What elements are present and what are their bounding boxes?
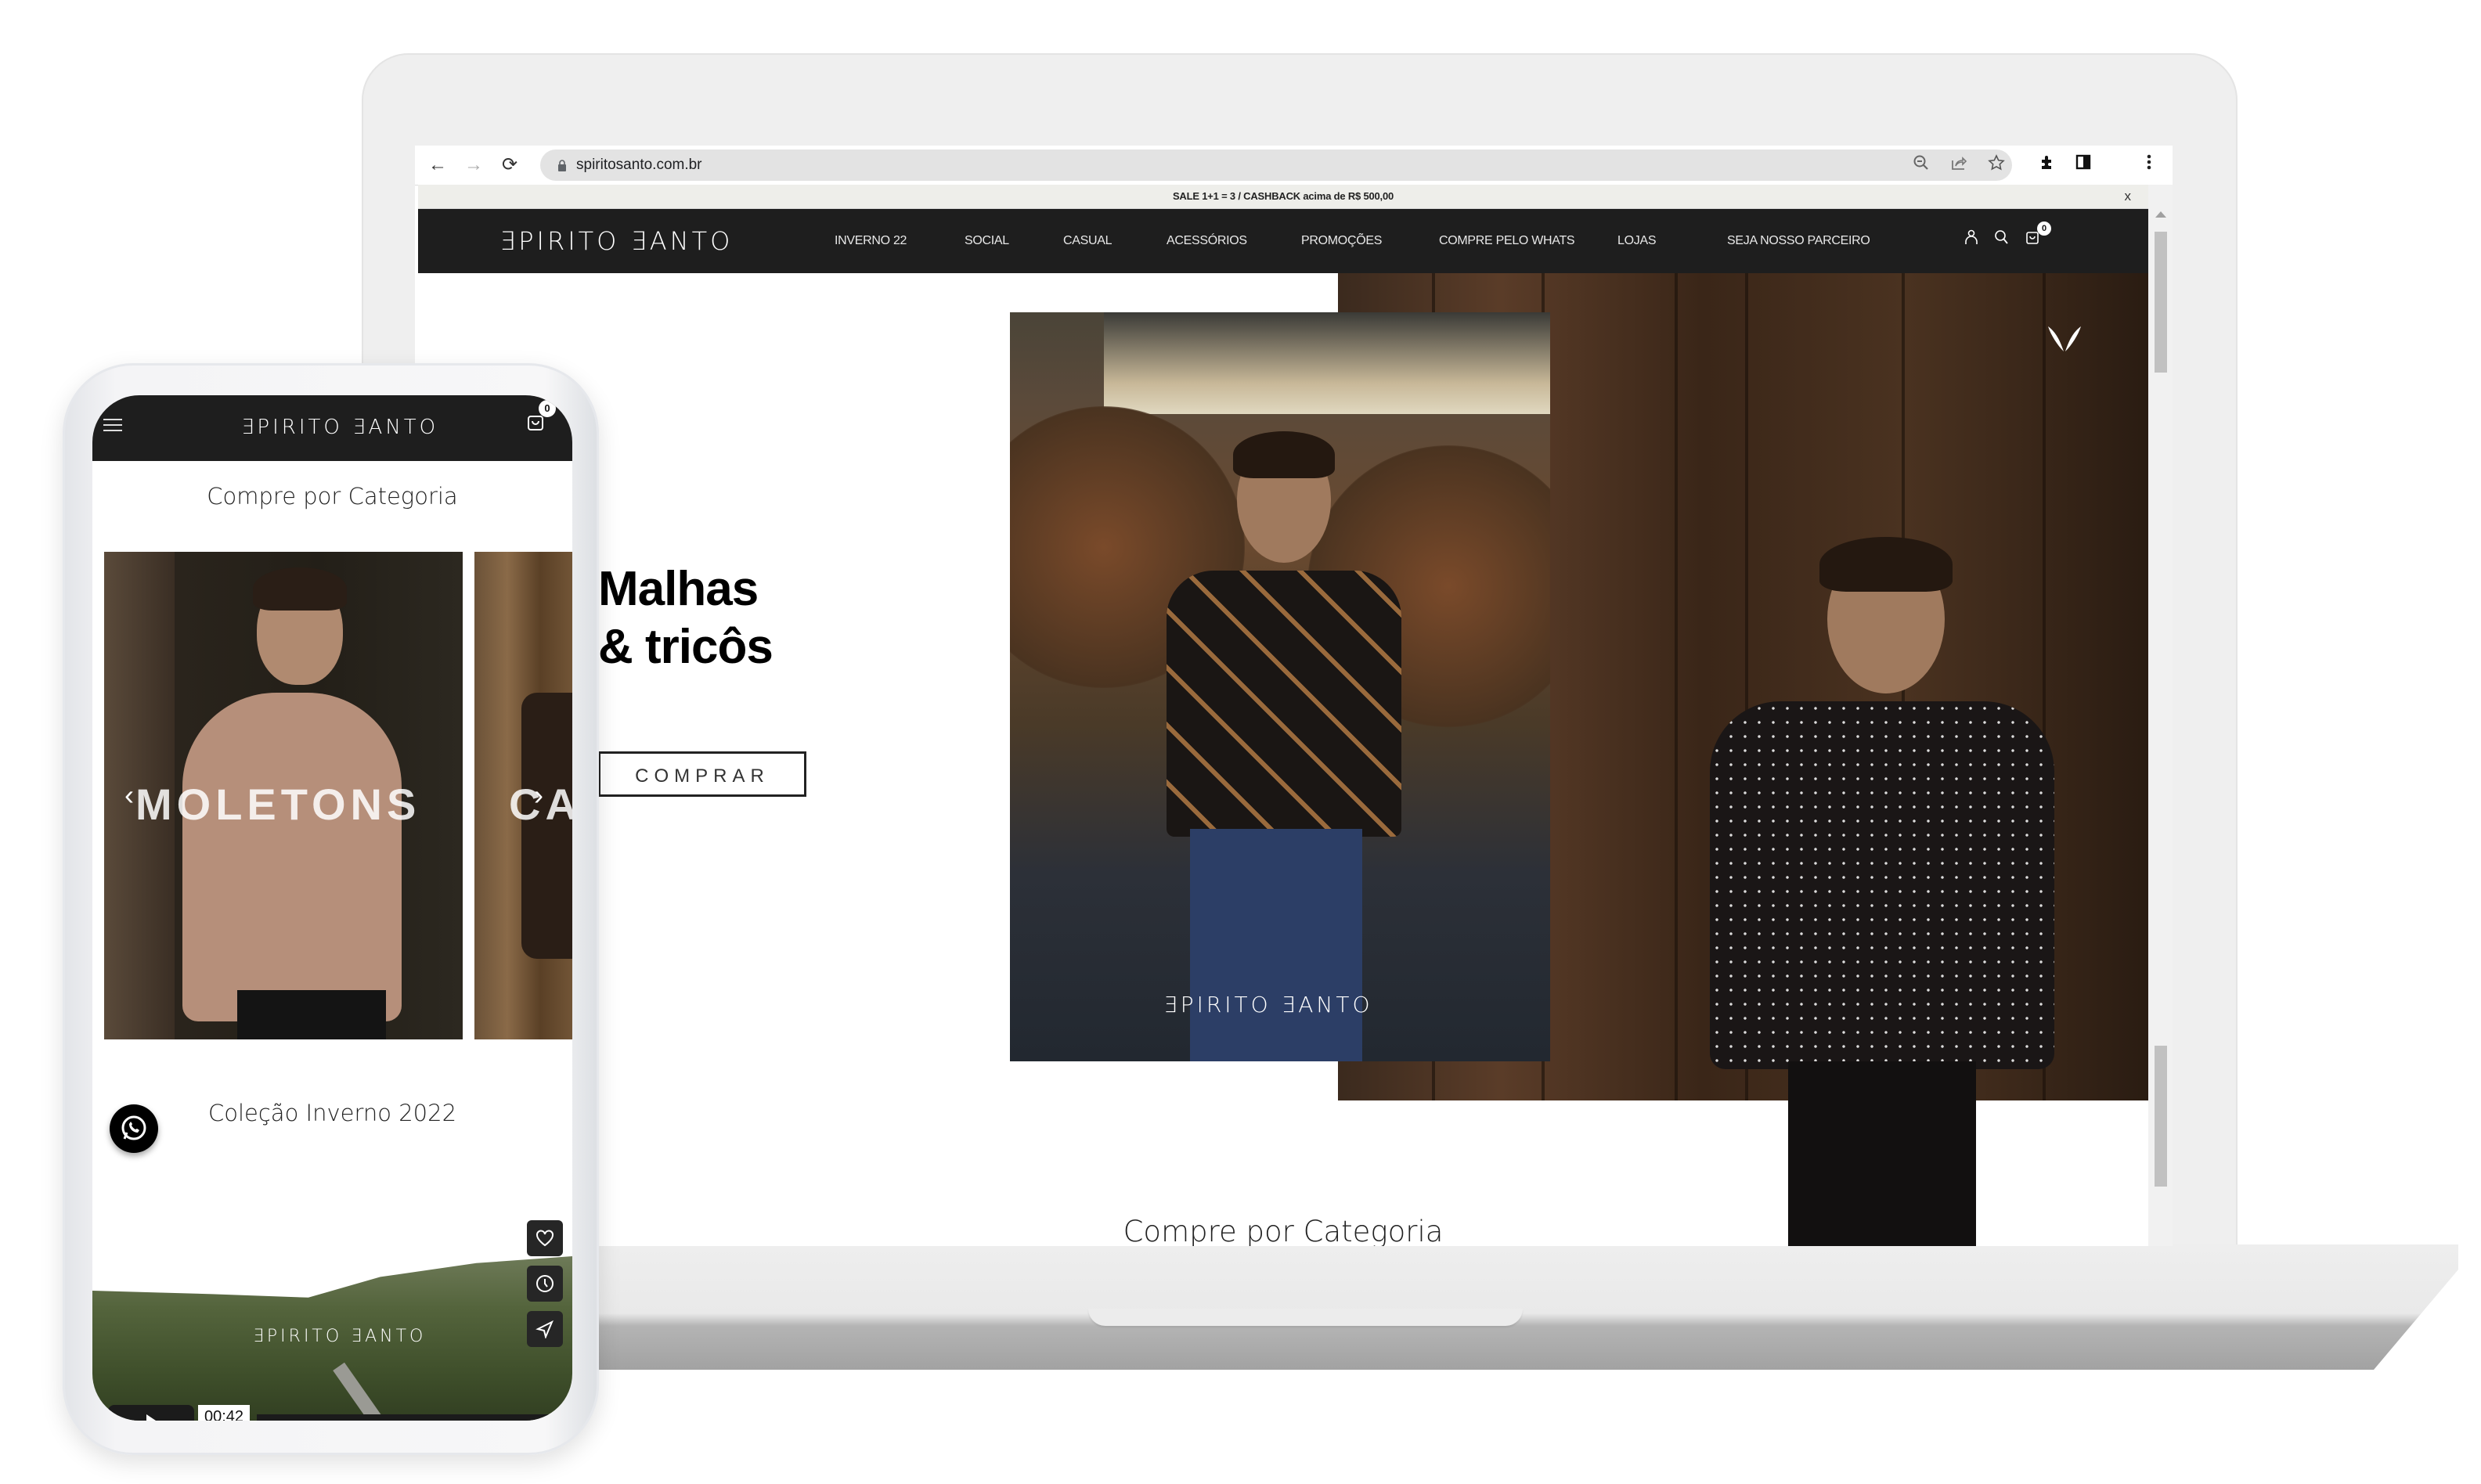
bookmark-star-icon[interactable] xyxy=(1985,154,2007,176)
arrow-right-icon: → xyxy=(464,154,483,175)
nav-item-promocoes[interactable]: PROMOÇÕES xyxy=(1301,234,1382,248)
nav-item-compre-pelo-whats[interactable]: COMPRE PELO WHATS xyxy=(1439,234,1575,248)
main-navigation: ƎPIRITO ƎANTO INVERNO 22 SOCIAL CASUAL A… xyxy=(418,209,2148,273)
scrollbar-thumb[interactable] xyxy=(2155,232,2167,373)
watch-later-button[interactable] xyxy=(527,1266,563,1302)
forward-button[interactable]: → xyxy=(462,153,485,177)
menu-icon[interactable] xyxy=(2137,153,2161,177)
nav-item-acessorios[interactable]: ACESSÓRIOS xyxy=(1167,234,1247,248)
nav-item-seja-nosso-parceiro[interactable]: SEJA NOSSO PARCEIRO xyxy=(1727,234,1870,248)
category-card-next[interactable]: CA › xyxy=(474,552,572,1039)
nav-item-lojas[interactable]: LOJAS xyxy=(1617,234,1657,248)
hero-title-line1: Malhas xyxy=(598,562,759,616)
promo-text: SALE 1+1 = 3 / CASHBACK acima de R$ 500,… xyxy=(1172,190,1394,202)
hero-title-line2: & tricôs xyxy=(598,620,774,674)
video-logo: ƎPIRITO ƎANTO xyxy=(253,1327,427,1346)
scroll-up-arrow-icon[interactable] xyxy=(2155,211,2166,218)
brand-logo[interactable]: ƎPIRITO ƎANTO xyxy=(499,226,733,256)
url-text[interactable]: spiritosanto.com.br xyxy=(576,157,702,174)
reload-button[interactable]: ⟳ xyxy=(498,153,521,177)
hero-model-right xyxy=(1710,537,2054,1246)
hero-image-river: ƎPIRITO ƎANTO xyxy=(1010,312,1550,1061)
page-scrollbar[interactable] xyxy=(2148,185,2173,1246)
promo-bar: SALE 1+1 = 3 / CASHBACK acima de R$ 500,… xyxy=(418,185,2148,209)
laptop-base xyxy=(344,1244,2458,1370)
play-button[interactable] xyxy=(108,1405,194,1421)
play-icon xyxy=(146,1414,156,1421)
section-title-categories: Compre por Categoria xyxy=(1123,1215,1444,1246)
reload-icon: ⟳ xyxy=(501,154,518,175)
arrow-left-icon: ← xyxy=(428,154,447,175)
scrollbar-track-segment xyxy=(2155,1046,2167,1187)
whatsapp-button[interactable] xyxy=(110,1104,158,1153)
share-icon[interactable] xyxy=(1948,154,1970,176)
collection-title: Coleção Inverno 2022 xyxy=(207,1100,457,1126)
heart-icon xyxy=(536,1230,554,1247)
mobile-section-title-categories: Compre por Categoria xyxy=(207,483,458,510)
web-page: SALE 1+1 = 3 / CASHBACK acima de R$ 500,… xyxy=(418,185,2148,1246)
address-bar[interactable]: spiritosanto.com.br xyxy=(540,149,2012,181)
account-icon[interactable] xyxy=(1960,229,1982,251)
share-video-button[interactable] xyxy=(527,1311,563,1347)
hero-title: Malhas & tricôs xyxy=(598,560,774,676)
zoom-out-icon[interactable] xyxy=(1910,154,1932,176)
search-icon[interactable] xyxy=(1990,229,2012,251)
carousel-next-icon[interactable]: › xyxy=(534,779,543,812)
category-card-moletons[interactable]: MOLETONS ‹ xyxy=(104,552,463,1039)
mobile-brand-logo[interactable]: ƎPIRITO ƎANTO xyxy=(241,416,438,439)
send-icon xyxy=(536,1320,554,1340)
carousel-prev-icon[interactable]: ‹ xyxy=(124,779,134,812)
close-icon[interactable]: x xyxy=(2125,189,2132,204)
like-button[interactable] xyxy=(527,1220,563,1256)
comprar-button[interactable]: COMPRAR xyxy=(598,751,806,797)
nav-item-casual[interactable]: CASUAL xyxy=(1063,234,1112,248)
nav-item-inverno-22[interactable]: INVERNO 22 xyxy=(835,234,907,248)
mobile-header: ƎPIRITO ƎANTO 0 xyxy=(92,395,572,461)
hero-image-logo: ƎPIRITO ƎANTO xyxy=(1163,992,1373,1018)
laptop-screen: ← → ⟳ spiritosanto.com.br SALE 1+1 = 3 /… xyxy=(415,146,2173,1246)
cart-count-badge: 0 xyxy=(2037,222,2051,236)
nav-item-social[interactable]: SOCIAL xyxy=(965,234,1009,248)
clock-icon xyxy=(536,1275,554,1292)
phone-screen: ƎPIRITO ƎANTO 0 Compre por Categoria MOL… xyxy=(92,395,572,1421)
video-duration: 00:42 xyxy=(198,1405,250,1421)
extensions-icon[interactable] xyxy=(2036,153,2059,177)
whatsapp-icon xyxy=(121,1115,146,1140)
category-label: MOLETONS xyxy=(135,780,421,829)
hamburger-menu-icon[interactable] xyxy=(103,419,122,434)
side-panel-icon[interactable] xyxy=(2072,153,2095,177)
mobile-cart-count-badge: 0 xyxy=(539,400,556,417)
browser-toolbar: ← → ⟳ spiritosanto.com.br xyxy=(415,146,2173,186)
video-progress-bar[interactable] xyxy=(257,1414,554,1421)
wings-logo-icon xyxy=(2048,326,2081,351)
lock-icon xyxy=(558,160,566,171)
laptop-notch xyxy=(1088,1309,1523,1326)
back-button[interactable]: ← xyxy=(426,153,449,177)
collection-video[interactable]: ƎPIRITO ƎANTO 00:42 xyxy=(92,1178,572,1421)
